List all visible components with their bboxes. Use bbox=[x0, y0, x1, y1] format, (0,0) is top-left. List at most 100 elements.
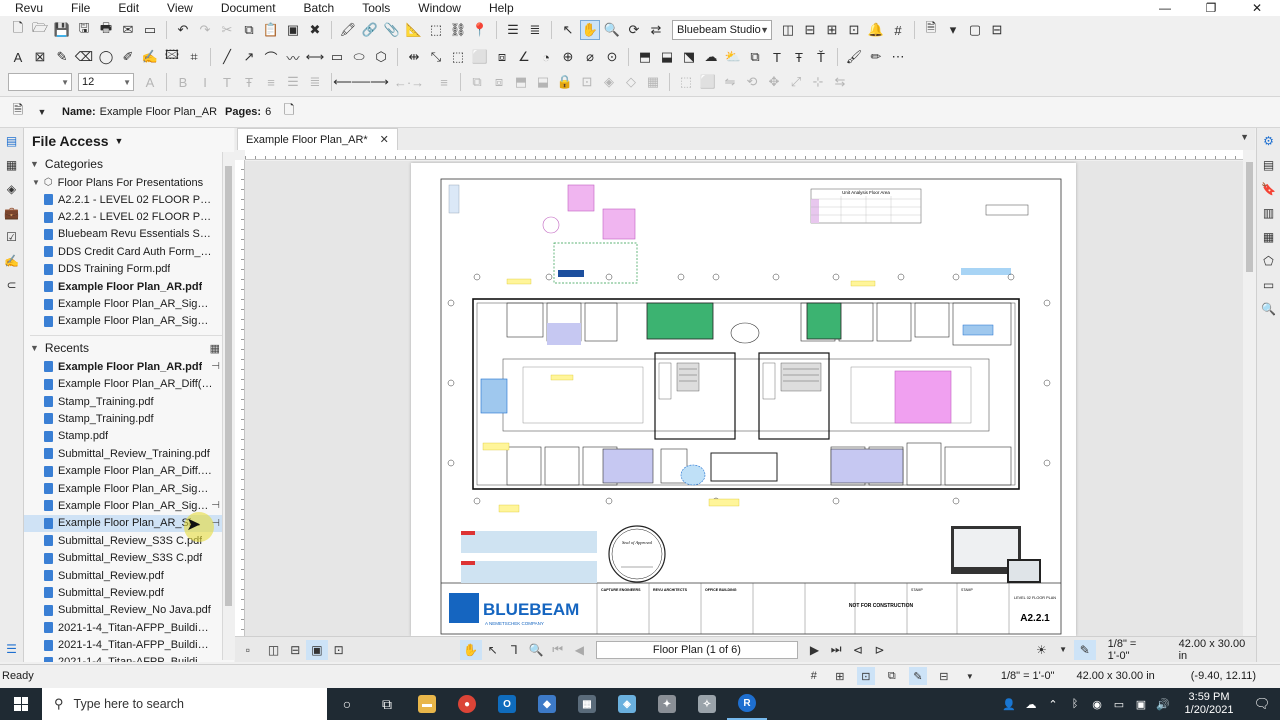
document-icon[interactable]: 🗎 bbox=[8, 102, 28, 122]
user-icon[interactable]: 👤 bbox=[998, 698, 1020, 711]
zoom-icon[interactable]: 🔍 bbox=[602, 20, 622, 40]
menu-file[interactable]: File bbox=[57, 0, 104, 16]
pan-tool-icon[interactable]: ✋ bbox=[460, 639, 482, 660]
file-explorer-icon[interactable]: ▬ bbox=[407, 688, 447, 720]
volume-icon[interactable]: 🔊 bbox=[1152, 698, 1174, 711]
alert-icon[interactable]: 🔔 bbox=[866, 20, 886, 40]
forward-icon[interactable]: ⊳ bbox=[869, 640, 891, 660]
panel-list-icon[interactable]: ☰ bbox=[3, 640, 21, 658]
text-tool-2-icon[interactable]: Ŧ bbox=[789, 47, 809, 67]
shape-tool-2-icon[interactable]: ⬓ bbox=[657, 47, 677, 67]
measure-length-icon[interactable]: ⇹ bbox=[404, 47, 424, 67]
categories-header[interactable]: ▼ Categories bbox=[24, 154, 234, 174]
open-folder-icon[interactable]: 🗁 bbox=[30, 20, 50, 40]
snap-markup-icon[interactable]: ⧉ bbox=[883, 667, 901, 685]
page-view-icon[interactable]: ▭ bbox=[140, 20, 160, 40]
sketch-icon[interactable]: ✐ bbox=[118, 47, 138, 67]
page-selector[interactable]: Floor Plan (1 of 6) bbox=[596, 640, 798, 659]
chevron-down-icon[interactable]: ▼ bbox=[1240, 132, 1249, 142]
italic-icon[interactable]: I bbox=[195, 72, 215, 92]
reuse-icon[interactable]: ✎ bbox=[908, 667, 927, 685]
snapshot-icon[interactable]: ⬚ bbox=[426, 20, 446, 40]
measure-polylength-icon[interactable]: ⤡ bbox=[426, 47, 446, 67]
search-icon[interactable]: 🔍 bbox=[1260, 300, 1278, 318]
pin-icon[interactable]: ⊣ bbox=[211, 518, 220, 529]
snapshot-view-icon[interactable]: ⊡ bbox=[328, 640, 350, 660]
file-list-item[interactable]: DDS Training Form.pdf bbox=[24, 261, 234, 278]
split-horizontal-icon[interactable]: ⊟ bbox=[284, 640, 306, 660]
snap-grid-icon[interactable]: ⊞ bbox=[831, 667, 849, 685]
cloud-plus-icon[interactable]: ⛅ bbox=[723, 47, 743, 67]
file-list-item[interactable]: Submittal_Review_S3S C.pdf bbox=[24, 549, 234, 566]
eraser-icon[interactable]: ⌫ bbox=[74, 47, 94, 67]
arc-icon[interactable]: ⌒ bbox=[261, 47, 281, 67]
location-icon[interactable]: 📍 bbox=[470, 20, 490, 40]
restore-button[interactable]: ❐ bbox=[1188, 0, 1234, 16]
chevron-down-icon[interactable]: ▼ bbox=[32, 102, 52, 122]
shape-tool-icon[interactable]: ⬒ bbox=[635, 47, 655, 67]
lock-icon[interactable]: 🔒 bbox=[555, 72, 575, 92]
bluebeam-revu-icon[interactable]: R bbox=[727, 688, 767, 720]
file-list-item[interactable]: Example Floor Plan_AR_Signed.... bbox=[24, 480, 234, 497]
zoom-tool-icon[interactable]: 🔍 bbox=[525, 640, 547, 660]
battery-icon[interactable]: ▭ bbox=[1108, 698, 1130, 711]
ungroup-icon[interactable]: ⧈ bbox=[489, 72, 509, 92]
notes-icon[interactable]: ▭ bbox=[1260, 276, 1278, 294]
underline-icon[interactable]: T bbox=[217, 72, 237, 92]
signatures-icon[interactable]: ✍ bbox=[3, 252, 21, 270]
arrow-icon[interactable]: ↗ bbox=[239, 47, 259, 67]
file-list-item[interactable]: Example Floor Plan_AR_Si... ⊣ bbox=[24, 514, 234, 533]
file-list-item[interactable]: Example Floor Plan_AR_Diff.pdf bbox=[24, 462, 234, 479]
signature-icon[interactable]: ✍ bbox=[140, 47, 160, 67]
panel-title[interactable]: File Access ▼ bbox=[24, 128, 234, 154]
attach-icon[interactable]: 📎 bbox=[382, 20, 402, 40]
pen-icon[interactable]: ✎ bbox=[52, 47, 72, 67]
calendar-grid-icon[interactable]: ▦ bbox=[210, 342, 220, 355]
save-as-icon[interactable]: 🖫 bbox=[74, 20, 94, 40]
text-tool-3-icon[interactable]: Ť bbox=[811, 47, 831, 67]
callout-icon[interactable]: ⊠ bbox=[30, 47, 50, 67]
align-right-icon[interactable]: ≣ bbox=[305, 72, 325, 92]
menu-document[interactable]: Document bbox=[207, 0, 290, 16]
measure-radius-icon[interactable]: ◔ bbox=[536, 47, 556, 67]
chevron-down-icon[interactable]: ▼ bbox=[961, 667, 979, 685]
redo-icon[interactable]: ↷ bbox=[195, 20, 215, 40]
app-icon[interactable]: ✧ bbox=[687, 688, 727, 720]
rectangle-icon[interactable]: ▭ bbox=[327, 47, 347, 67]
line-style-icon[interactable]: ⟵──⟶ bbox=[333, 72, 389, 92]
layout-icon[interactable]: ⊟ bbox=[800, 20, 820, 40]
mirror-icon[interactable]: ⇆ bbox=[830, 72, 850, 92]
split-view-icon[interactable]: ◫ bbox=[778, 20, 798, 40]
cloud-icon[interactable]: ☁ bbox=[701, 47, 721, 67]
calculator-icon[interactable]: ▦ bbox=[567, 688, 607, 720]
start-button[interactable] bbox=[0, 688, 42, 720]
image-icon[interactable]: 🖾 bbox=[162, 47, 182, 67]
chrome-icon[interactable]: ● bbox=[447, 688, 487, 720]
canvas-scroll-thumb[interactable] bbox=[1246, 162, 1253, 272]
layers-icon[interactable]: ◈ bbox=[3, 180, 21, 198]
minimize-button[interactable]: — bbox=[1142, 0, 1188, 16]
ellipse-icon[interactable]: ⬭ bbox=[349, 47, 369, 67]
document-canvas[interactable]: Unit Analysis Floor Area BLUEBEAM A NEME… bbox=[245, 161, 1243, 636]
taskbar-search[interactable]: ⚲ Type here to search bbox=[42, 688, 327, 720]
pin-icon[interactable]: ⊣ bbox=[211, 361, 220, 372]
hyperlink-icon[interactable]: ⛓ bbox=[448, 20, 468, 40]
select-tool-icon[interactable]: ↖ bbox=[482, 640, 504, 660]
dropdown-icon[interactable]: ▾ bbox=[943, 20, 963, 40]
file-list-item[interactable]: Example Floor Plan_AR.pdf ⊣ bbox=[24, 358, 234, 375]
file-list-item[interactable]: 2021-1-4_Titan-AFPP_Building_B-... bbox=[24, 654, 234, 662]
cut-icon[interactable]: ✂ bbox=[217, 20, 237, 40]
line-end-icon[interactable]: ←·→ bbox=[386, 72, 432, 92]
file-list-item[interactable]: Example Floor Plan_AR.pdf bbox=[24, 278, 234, 295]
file-list-item[interactable]: Example Floor Plan_AR_Signe... ⊣ bbox=[24, 497, 234, 514]
clock[interactable]: 3:59 PM 1/20/2021 bbox=[1174, 691, 1244, 717]
crop-icon[interactable]: ⌗ bbox=[184, 47, 204, 67]
single-page-icon[interactable]: ▫ bbox=[237, 640, 259, 660]
file-list-item[interactable]: A2.2.1 - LEVEL 02 FLOOR PLAN.... bbox=[24, 191, 234, 208]
cortana-icon[interactable]: ○ bbox=[327, 688, 367, 720]
font-size-select[interactable]: 12 ▼ bbox=[78, 73, 134, 91]
drawing-sheet[interactable]: Unit Analysis Floor Area BLUEBEAM A NEME… bbox=[411, 163, 1076, 636]
last-page-icon[interactable]: ⏭ bbox=[825, 640, 847, 660]
distribute-icon[interactable]: ⬜ bbox=[698, 72, 718, 92]
select-icon[interactable]: ↖ bbox=[558, 20, 578, 40]
